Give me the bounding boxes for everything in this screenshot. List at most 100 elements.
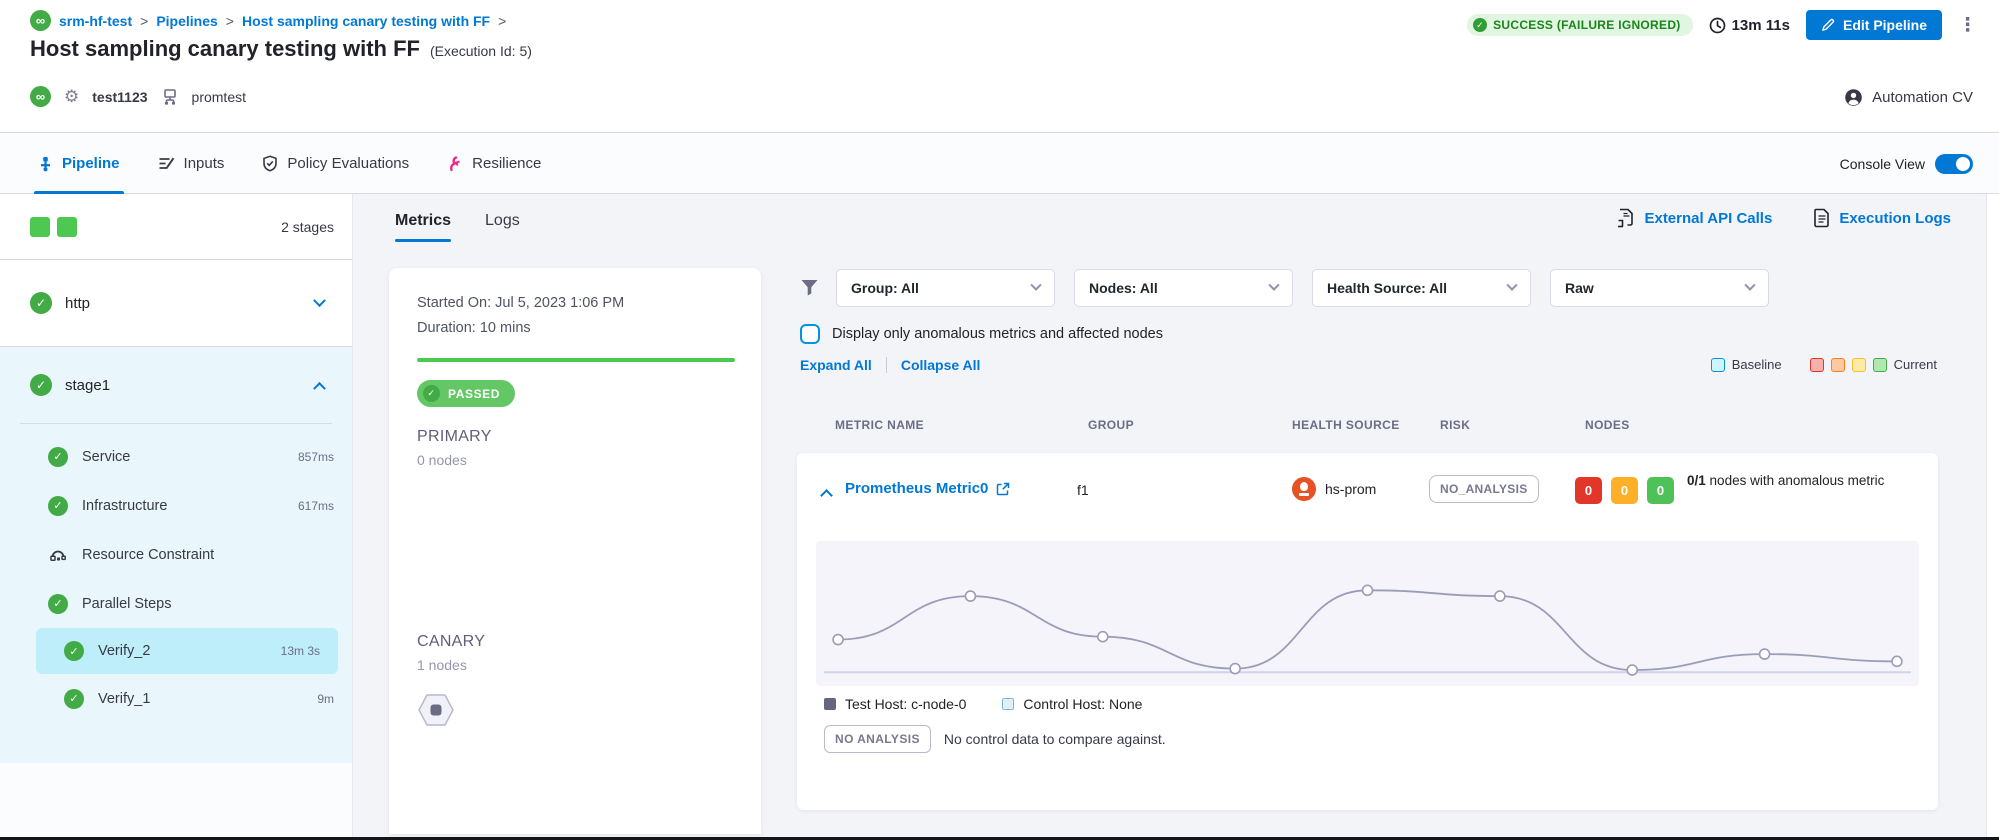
anomalous-checkbox[interactable] bbox=[800, 324, 820, 344]
breadcrumb-pipelines[interactable]: Pipelines bbox=[156, 13, 217, 29]
host-legend: Test Host: c-node-0 Control Host: None bbox=[824, 696, 1142, 712]
console-view-toggle[interactable] bbox=[1935, 154, 1973, 174]
no-analysis-message: No control data to compare against. bbox=[944, 731, 1166, 747]
chevron-down-icon bbox=[1744, 280, 1755, 291]
metric-group: f1 bbox=[1077, 482, 1089, 498]
stage-status-square bbox=[30, 217, 50, 237]
tab-pipeline[interactable]: Pipeline bbox=[38, 134, 120, 193]
external-link-icon bbox=[996, 482, 1010, 496]
step-resource-constraint[interactable]: Resource Constraint bbox=[0, 530, 352, 579]
step-verify-1[interactable]: Verify_1 9m bbox=[0, 674, 352, 723]
verify-step-tabs: Metrics Logs bbox=[395, 212, 520, 242]
tab-policy-evaluations[interactable]: Policy Evaluations bbox=[262, 134, 409, 193]
content-area: 2 stages http stage1 Service 8 bbox=[0, 194, 1999, 837]
pipeline-icon bbox=[38, 156, 53, 172]
environment-icon bbox=[161, 88, 179, 106]
execution-meta: ⚙ test1123 promtest bbox=[30, 86, 246, 107]
no-analysis-badge: NO ANALYSIS bbox=[824, 725, 931, 753]
inputs-icon bbox=[158, 156, 175, 171]
service-name[interactable]: test1123 bbox=[92, 89, 147, 105]
test-host-swatch bbox=[824, 698, 836, 710]
tab-inputs-label: Inputs bbox=[184, 155, 225, 172]
metric-chart[interactable] bbox=[816, 541, 1919, 686]
expand-all-link[interactable]: Expand All bbox=[800, 357, 872, 373]
data-type-dropdown[interactable]: Raw bbox=[1550, 269, 1769, 307]
sidebar-item-http[interactable]: http bbox=[0, 260, 352, 347]
chevron-down-icon bbox=[1268, 280, 1279, 291]
breadcrumb-separator: > bbox=[498, 13, 506, 29]
metric-name-label: Prometheus Metric0 bbox=[845, 480, 988, 497]
collapse-all-link[interactable]: Collapse All bbox=[901, 357, 981, 373]
chevron-up-icon[interactable] bbox=[313, 381, 326, 394]
prometheus-icon bbox=[1292, 477, 1316, 501]
group-filter-dropdown[interactable]: Group: All bbox=[836, 269, 1055, 307]
status-badge-label: SUCCESS (FAILURE IGNORED) bbox=[1493, 18, 1681, 32]
collapse-row-chevron-icon[interactable] bbox=[820, 489, 833, 502]
filter-icon[interactable] bbox=[800, 279, 819, 297]
tab-pipeline-label: Pipeline bbox=[62, 155, 120, 172]
stage-summary-row: 2 stages bbox=[0, 194, 352, 260]
breadcrumb-pipeline-name[interactable]: Host sampling canary testing with FF bbox=[242, 13, 490, 29]
canary-node-hexagon-icon[interactable] bbox=[417, 693, 455, 727]
external-api-calls-link[interactable]: External API Calls bbox=[1617, 208, 1772, 228]
header-actions: SUCCESS (FAILURE IGNORED) 13m 11s Edit P… bbox=[1467, 10, 1977, 40]
nodes-summary: 0/1 nodes with anomalous metric bbox=[1687, 471, 1947, 492]
tab-bar: Pipeline Inputs Policy Evaluations Resil… bbox=[0, 134, 1999, 194]
sidebar-item-http-label: http bbox=[65, 295, 90, 312]
anomalous-node-count-amber: 0 bbox=[1611, 477, 1638, 504]
more-options-icon[interactable]: ⋮ bbox=[1958, 16, 1977, 35]
col-metric-name: METRIC NAME bbox=[835, 418, 924, 432]
stages-count: 2 stages bbox=[281, 219, 334, 235]
health-source-filter-dropdown[interactable]: Health Source: All bbox=[1312, 269, 1531, 307]
edit-pipeline-label: Edit Pipeline bbox=[1843, 17, 1927, 33]
step-infrastructure[interactable]: Infrastructure 617ms bbox=[0, 481, 352, 530]
gear-icon: ⚙ bbox=[64, 87, 79, 107]
step-verify-2[interactable]: Verify_2 13m 3s bbox=[36, 628, 338, 674]
control-host-legend: Control Host: None bbox=[1002, 696, 1142, 712]
tab-metrics[interactable]: Metrics bbox=[395, 212, 451, 242]
anomalous-checkbox-label: Display only anomalous metrics and affec… bbox=[832, 326, 1163, 342]
tab-resilience[interactable]: Resilience bbox=[447, 134, 541, 193]
triggered-by-label: Automation CV bbox=[1872, 89, 1973, 106]
health-source-filter-label: Health Source: All bbox=[1327, 280, 1447, 296]
expand-collapse-controls: Expand All Collapse All bbox=[800, 357, 980, 373]
baseline-current-legend: Baseline Current bbox=[1711, 357, 1937, 372]
breadcrumb-project[interactable]: srm-hf-test bbox=[59, 13, 132, 29]
execution-id: (Execution Id: 5) bbox=[430, 43, 532, 59]
scrollbar-track[interactable] bbox=[1986, 194, 1999, 837]
success-check-icon bbox=[48, 496, 68, 516]
step-verify-2-label: Verify_2 bbox=[98, 643, 150, 659]
canary-nodes: 1 nodes bbox=[417, 657, 467, 673]
shield-check-icon bbox=[262, 155, 278, 172]
step-infrastructure-label: Infrastructure bbox=[82, 498, 167, 514]
step-parallel-steps[interactable]: Parallel Steps bbox=[0, 579, 352, 628]
breadcrumb-separator: > bbox=[226, 13, 234, 29]
sidebar-item-stage1[interactable]: stage1 bbox=[0, 347, 352, 423]
tab-policy-evaluations-label: Policy Evaluations bbox=[287, 155, 409, 172]
step-service[interactable]: Service 857ms bbox=[0, 432, 352, 481]
success-check-icon bbox=[48, 594, 68, 614]
edit-pipeline-button[interactable]: Edit Pipeline bbox=[1806, 10, 1942, 40]
tab-logs[interactable]: Logs bbox=[485, 212, 520, 242]
execution-logs-link[interactable]: Execution Logs bbox=[1814, 208, 1951, 228]
success-check-icon bbox=[30, 374, 52, 396]
nodes-filter-dropdown[interactable]: Nodes: All bbox=[1074, 269, 1293, 307]
current-red-swatch bbox=[1810, 358, 1824, 372]
chevron-down-icon bbox=[1506, 280, 1517, 291]
step-parallel-steps-label: Parallel Steps bbox=[82, 596, 171, 612]
external-api-calls-label: External API Calls bbox=[1644, 210, 1772, 227]
current-orange-swatch bbox=[1831, 358, 1845, 372]
tab-inputs[interactable]: Inputs bbox=[158, 134, 225, 193]
environment-name[interactable]: promtest bbox=[192, 89, 246, 105]
test-host-legend: Test Host: c-node-0 bbox=[824, 696, 966, 712]
resilience-icon bbox=[447, 156, 463, 172]
step-verify-1-label: Verify_1 bbox=[98, 691, 150, 707]
metric-name-link[interactable]: Prometheus Metric0 bbox=[845, 480, 1010, 497]
elapsed-time: 13m 11s bbox=[1709, 17, 1790, 34]
check-icon bbox=[1473, 18, 1487, 32]
nodes-filter-label: Nodes: All bbox=[1089, 280, 1158, 296]
chevron-down-icon[interactable] bbox=[313, 294, 326, 307]
step-duration: 857ms bbox=[298, 450, 334, 464]
anomalous-node-count-green: 0 bbox=[1647, 477, 1674, 504]
health-source-cell: hs-prom bbox=[1292, 477, 1376, 501]
